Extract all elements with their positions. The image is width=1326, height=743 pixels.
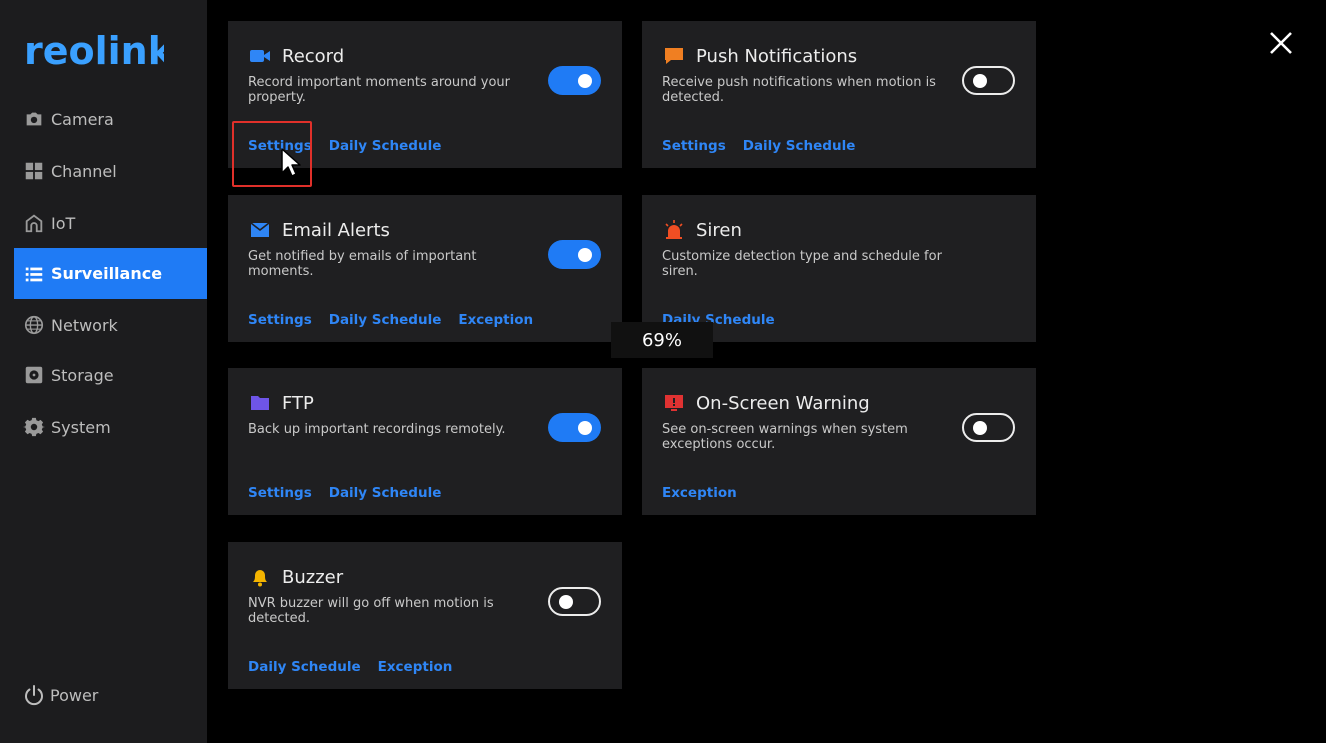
- sidebar-item-storage[interactable]: Storage: [14, 350, 207, 400]
- sidebar-item-system[interactable]: System: [14, 402, 207, 452]
- card-description: Receive push notifications when motion i…: [662, 75, 936, 105]
- list-icon: [22, 262, 46, 286]
- home-icon: [22, 211, 46, 235]
- sidebar-item-label: Storage: [51, 365, 114, 385]
- sidebar-item-label: Channel: [51, 161, 117, 181]
- card-description: Get notified by emails of important mome…: [248, 249, 477, 279]
- card-description: Back up important recordings remotely.: [248, 422, 506, 437]
- toggle-knob: [578, 420, 592, 435]
- card-description: Customize detection type and schedule fo…: [662, 249, 942, 279]
- gear-icon: [22, 415, 46, 439]
- sidebar: reolink Camera Channel IoT Surveillance …: [0, 0, 207, 743]
- sidebar-item-iot[interactable]: IoT: [14, 198, 207, 248]
- card-title: Buzzer: [282, 566, 344, 588]
- email-alerts-toggle[interactable]: [548, 240, 601, 269]
- siren-icon: [662, 219, 686, 241]
- card-title: Siren: [696, 219, 742, 241]
- ftp-daily-schedule-link[interactable]: Daily Schedule: [329, 485, 442, 501]
- card-title: Push Notifications: [696, 45, 858, 67]
- sidebar-item-camera[interactable]: Camera: [14, 94, 207, 144]
- bell-icon: [248, 566, 272, 588]
- sidebar-item-label: System: [51, 417, 111, 437]
- globe-icon: [22, 313, 46, 337]
- toggle-knob: [559, 594, 573, 609]
- svg-text:reolink: reolink: [24, 30, 164, 73]
- card-title: FTP: [282, 392, 314, 414]
- card-title: Record: [282, 45, 345, 67]
- card-buzzer: Buzzer NVR buzzer will go off when motio…: [228, 542, 622, 689]
- power-icon: [25, 685, 43, 706]
- email-settings-link[interactable]: Settings: [248, 312, 312, 328]
- record-settings-link[interactable]: Settings: [248, 138, 312, 154]
- email-daily-schedule-link[interactable]: Daily Schedule: [329, 312, 442, 328]
- sidebar-item-label: Surveillance: [51, 264, 163, 283]
- sidebar-item-network[interactable]: Network: [14, 300, 207, 350]
- zoom-level-indicator: 69%: [611, 322, 713, 358]
- mail-icon: [248, 219, 272, 241]
- sidebar-item-label: Camera: [51, 109, 114, 129]
- push-notifications-toggle[interactable]: [962, 66, 1015, 95]
- card-description: See on-screen warnings when system excep…: [662, 422, 908, 452]
- sidebar-item-channel[interactable]: Channel: [14, 146, 207, 196]
- toggle-knob: [578, 73, 592, 88]
- warning-exception-link[interactable]: Exception: [662, 485, 737, 501]
- card-title: Email Alerts: [282, 219, 390, 241]
- card-ftp: FTP Back up important recordings remotel…: [228, 368, 622, 515]
- on-screen-warning-toggle[interactable]: [962, 413, 1015, 442]
- camera-icon: [22, 107, 46, 131]
- monitor-warning-icon: [662, 392, 686, 414]
- card-description: Record important moments around your pro…: [248, 75, 510, 105]
- card-push-notifications: Push Notifications Receive push notifica…: [642, 21, 1036, 168]
- sidebar-item-label: Network: [51, 315, 118, 335]
- close-icon[interactable]: [1267, 29, 1295, 57]
- card-record: Record Record important moments around y…: [228, 21, 622, 168]
- buzzer-daily-schedule-link[interactable]: Daily Schedule: [248, 659, 361, 675]
- push-settings-link[interactable]: Settings: [662, 138, 726, 154]
- record-daily-schedule-link[interactable]: Daily Schedule: [329, 138, 442, 154]
- buzzer-toggle[interactable]: [548, 587, 601, 616]
- push-daily-schedule-link[interactable]: Daily Schedule: [743, 138, 856, 154]
- ftp-settings-link[interactable]: Settings: [248, 485, 312, 501]
- ftp-toggle[interactable]: [548, 413, 601, 442]
- grid-icon: [22, 159, 46, 183]
- record-toggle[interactable]: [548, 66, 601, 95]
- video-camera-icon: [248, 45, 272, 67]
- message-icon: [662, 45, 686, 67]
- card-description: NVR buzzer will go off when motion is de…: [248, 596, 494, 626]
- storage-icon: [22, 363, 46, 387]
- buzzer-exception-link[interactable]: Exception: [378, 659, 453, 675]
- card-email-alerts: Email Alerts Get notified by emails of i…: [228, 195, 622, 342]
- power-button[interactable]: Power: [22, 683, 98, 707]
- power-label: Power: [50, 685, 99, 705]
- sidebar-item-surveillance[interactable]: Surveillance: [14, 248, 207, 299]
- email-exception-link[interactable]: Exception: [458, 312, 533, 328]
- toggle-knob: [973, 73, 987, 88]
- toggle-knob: [973, 420, 987, 435]
- card-title: On-Screen Warning: [696, 392, 870, 414]
- reolink-logo: reolink: [24, 30, 164, 73]
- toggle-knob: [578, 247, 592, 262]
- card-on-screen-warning: On-Screen Warning See on-screen warnings…: [642, 368, 1036, 515]
- card-siren: Siren Customize detection type and sched…: [642, 195, 1036, 342]
- folder-icon: [248, 392, 272, 414]
- sidebar-item-label: IoT: [51, 213, 76, 233]
